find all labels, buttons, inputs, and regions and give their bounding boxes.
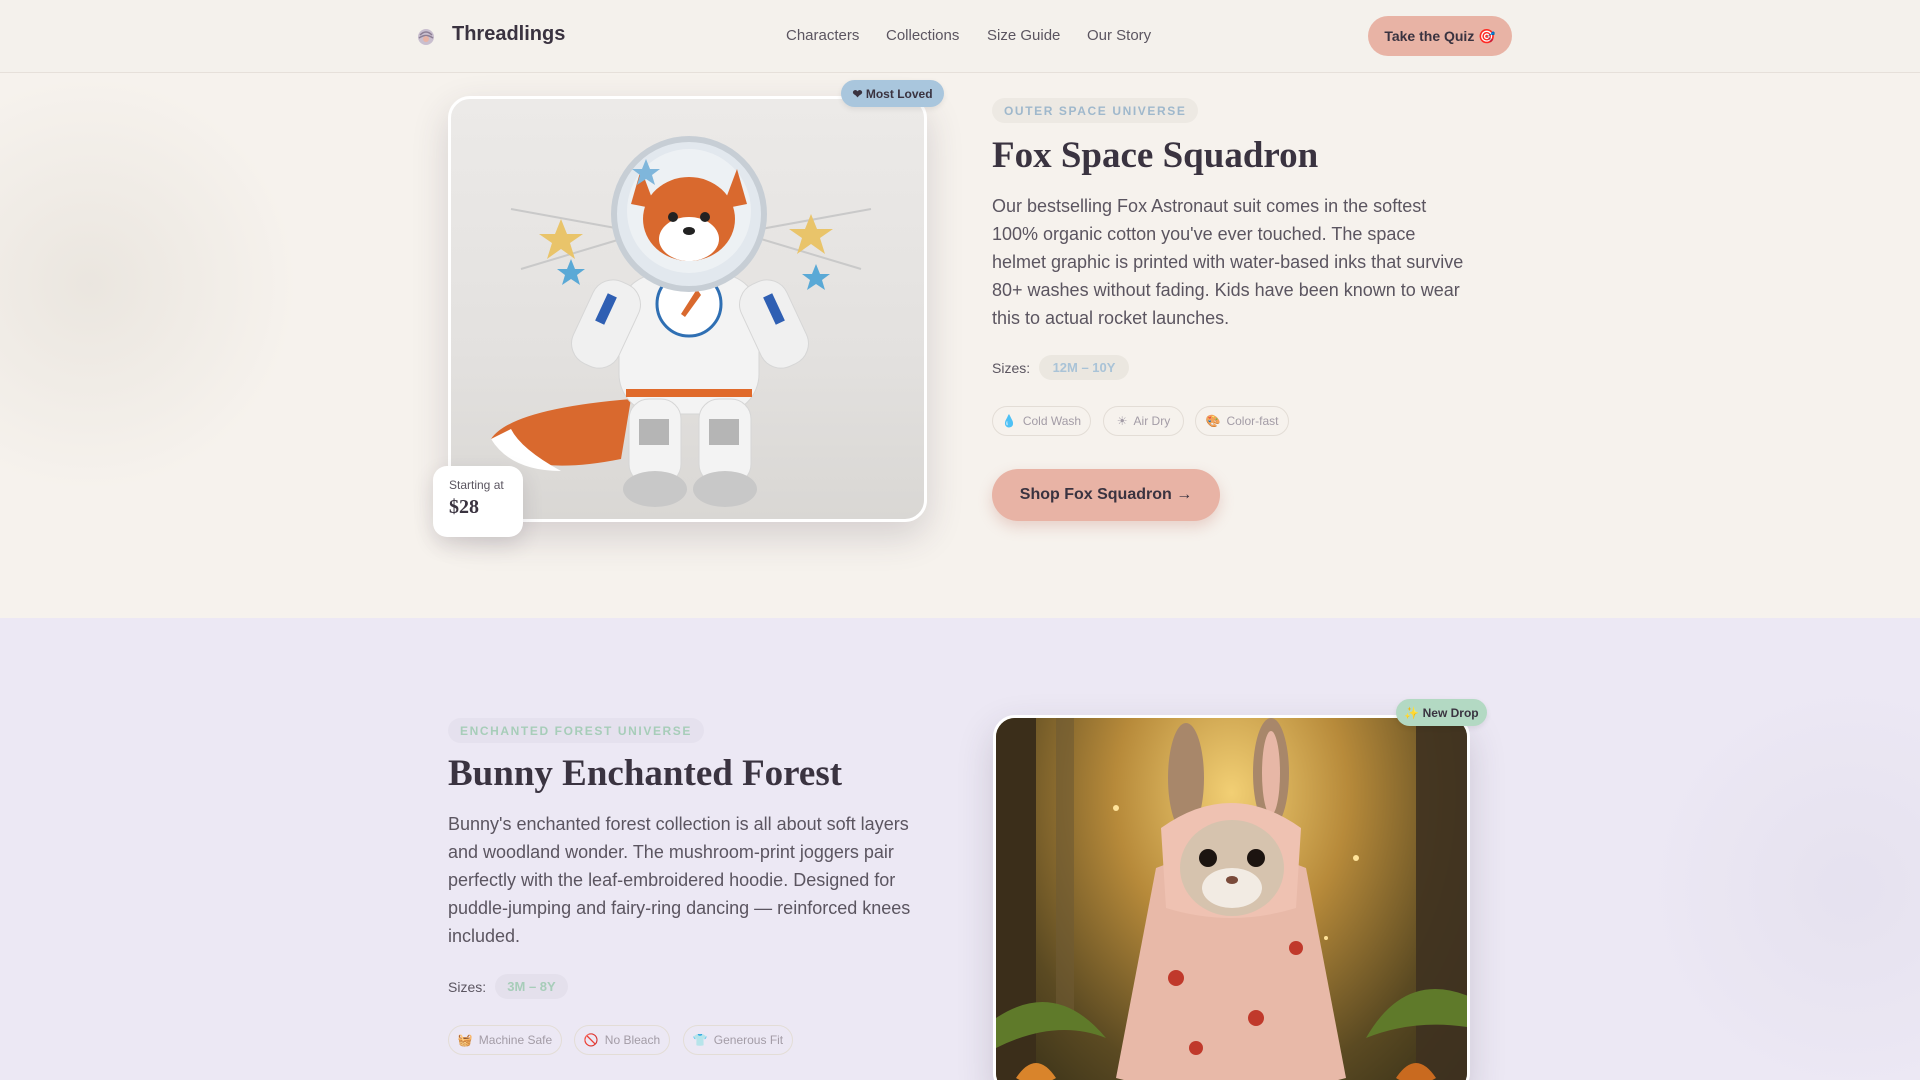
- nav-link-our-story[interactable]: Our Story: [1087, 27, 1151, 44]
- product-title: Fox Space Squadron: [992, 135, 1319, 176]
- new-drop-badge: ✨ New Drop: [1396, 699, 1487, 726]
- product-description: Bunny's enchanted forest collection is a…: [448, 814, 911, 946]
- take-quiz-button[interactable]: Take the Quiz 🎯: [1368, 16, 1512, 56]
- fox-astronaut-illustration: [491, 136, 872, 507]
- care-label: Cold Wash: [1022, 414, 1082, 428]
- care-no-bleach: 🚫 No Bleach: [574, 1025, 670, 1055]
- sizes-range: 12M – 10Y: [1039, 355, 1129, 380]
- care-label: Air Dry: [1133, 414, 1171, 428]
- background-glow: [1640, 678, 1920, 1080]
- care-label: Generous Fit: [713, 1033, 784, 1047]
- nav-link-collections[interactable]: Collections: [886, 27, 959, 44]
- bunny-feature-section: ENCHANTED FOREST UNIVERSE Bunny Enchante…: [0, 618, 1920, 1080]
- universe-tag: OUTER SPACE UNIVERSE: [992, 98, 1199, 123]
- care-label: Machine Safe: [478, 1033, 553, 1047]
- bunny-forest-image[interactable]: [993, 715, 1470, 1080]
- sizes-label: Sizes:: [448, 979, 487, 995]
- yarn-ball-logo-icon[interactable]: [415, 25, 437, 47]
- care-label: Color-fast: [1226, 414, 1279, 428]
- bunny-forest-illustration: [996, 718, 1467, 1080]
- product-title: Bunny Enchanted Forest: [448, 753, 843, 794]
- basket-icon: 🧺: [457, 1033, 473, 1047]
- care-generous-fit: 👕 Generous Fit: [683, 1025, 793, 1055]
- palette-icon: 🎨: [1205, 414, 1221, 428]
- price-label: Starting at: [449, 478, 504, 492]
- sizes-range: 3M – 8Y: [495, 974, 568, 999]
- care-machine-safe: 🧺 Machine Safe: [448, 1025, 562, 1055]
- price-value: $28: [449, 496, 479, 518]
- universe-tag: ENCHANTED FOREST UNIVERSE: [448, 718, 705, 743]
- fox-astronaut-image[interactable]: [448, 96, 927, 522]
- nav-link-characters[interactable]: Characters: [786, 27, 859, 44]
- nav-link-size-guide[interactable]: Size Guide: [987, 27, 1060, 44]
- top-nav: Threadlings Characters Collections Size …: [0, 0, 1920, 73]
- care-color-fast: 🎨 Color-fast: [1195, 406, 1289, 436]
- care-label: No Bleach: [604, 1033, 661, 1047]
- droplet-icon: 💧: [1001, 414, 1017, 428]
- fox-feature-section: ❤ Most Loved Starting at $28 OUTER SPACE…: [0, 74, 1920, 618]
- most-loved-badge: ❤ Most Loved: [841, 80, 944, 107]
- shop-fox-squadron-button[interactable]: Shop Fox Squadron →: [992, 469, 1220, 521]
- no-bleach-icon: 🚫: [583, 1033, 599, 1047]
- background-glow: [0, 74, 300, 494]
- sizes-label: Sizes:: [992, 360, 1031, 376]
- price-card: Starting at $28: [433, 466, 523, 537]
- product-description: Our bestselling Fox Astronaut suit comes…: [992, 196, 1464, 328]
- care-air-dry: ☀ Air Dry: [1103, 406, 1184, 436]
- shirt-icon: 👕: [692, 1033, 708, 1047]
- care-cold-wash: 💧 Cold Wash: [992, 406, 1091, 436]
- sun-icon: ☀: [1116, 414, 1128, 428]
- brand-name[interactable]: Threadlings: [452, 23, 565, 46]
